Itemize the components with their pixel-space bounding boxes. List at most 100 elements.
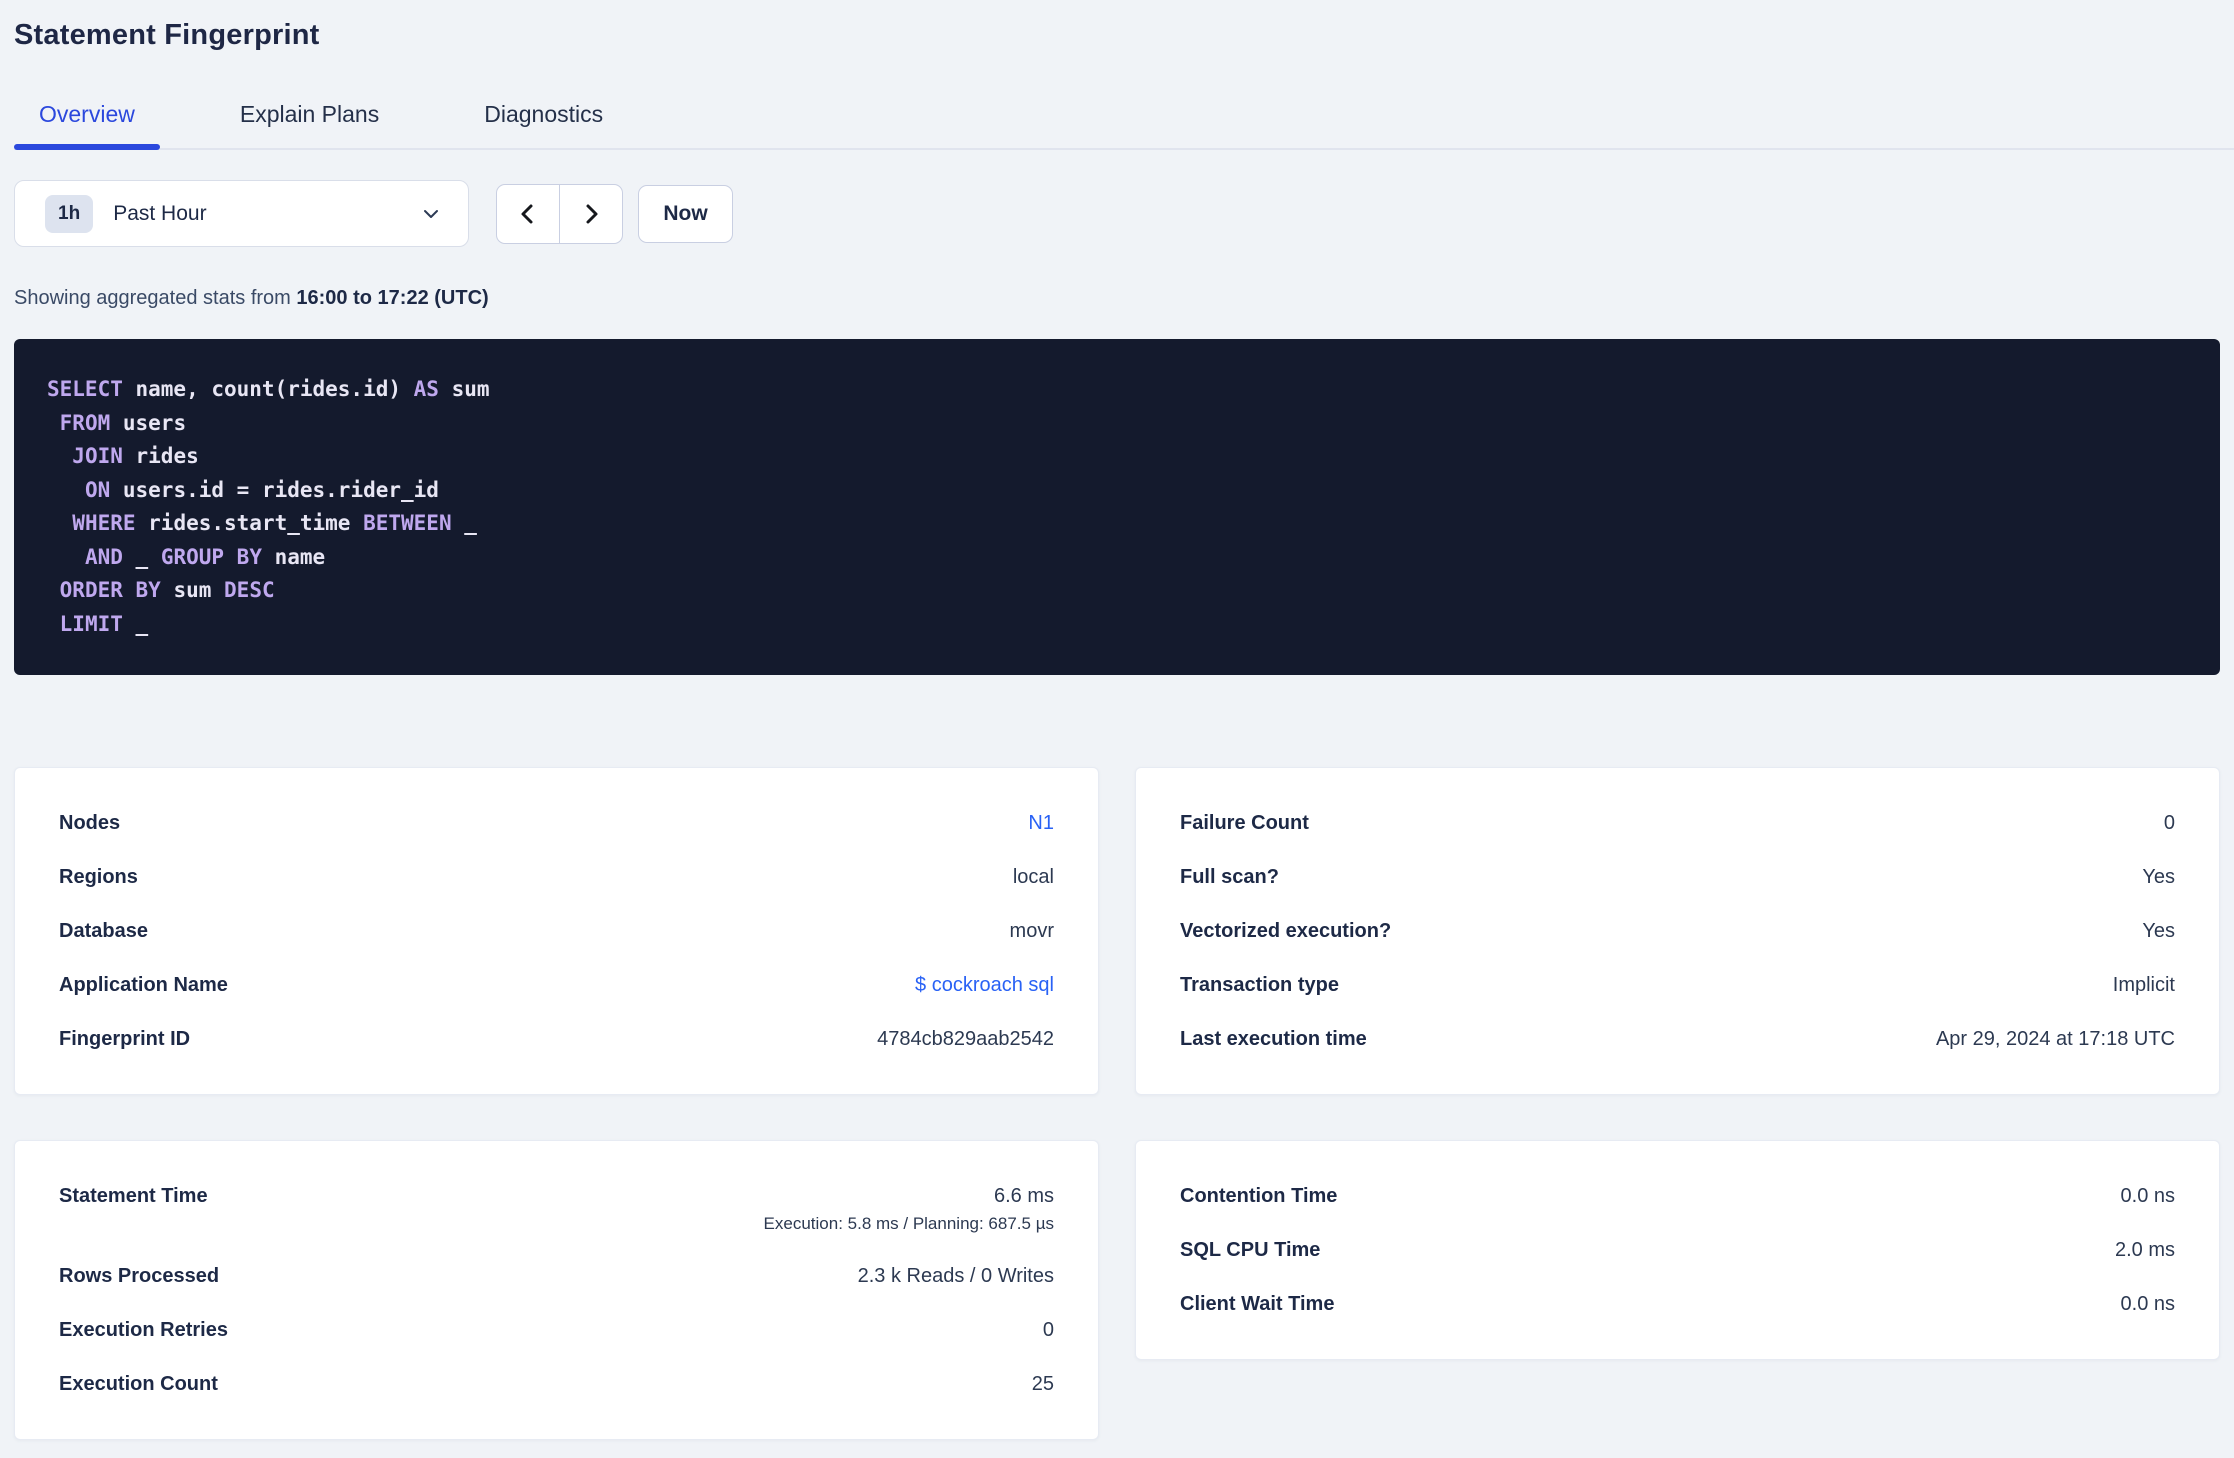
sql-line: FROM users [59, 410, 187, 435]
info-row: Regions local [59, 850, 1054, 904]
row-label: Transaction type [1180, 973, 1339, 996]
row-label: Nodes [59, 811, 121, 834]
row-value-wrap: 0.0 ns [2121, 1185, 2175, 1208]
row-label: Client Wait Time [1180, 1292, 1335, 1315]
statement-fingerprint-page: Statement Fingerprint Overview Explain Pl… [0, 0, 2234, 1440]
info-row: Fingerprint ID 4784cb829aab2542 [59, 1012, 1054, 1066]
row-label: Contention Time [1180, 1184, 1338, 1207]
stats-summary: Showing aggregated stats from 16:00 to 1… [14, 285, 2220, 311]
row-value: 2.0 ms [2114, 1238, 2175, 1261]
row-label: Execution Retries [59, 1318, 228, 1341]
row-value-wrap: 2.3 k Reads / 0 Writes [858, 1265, 1054, 1288]
statement-details-card: Nodes N1 Regions local Database movr Applicati… [14, 767, 1099, 1095]
info-row: Execution Count 25 [59, 1357, 1054, 1411]
row-value-wrap: 0 [1043, 1319, 1054, 1342]
row-value: 0 [1042, 1318, 1054, 1341]
interval-nav-group: Now [496, 183, 733, 244]
row-value-wrap: 25 [1032, 1373, 1054, 1396]
info-row: Application Name $ cockroach sql [59, 958, 1054, 1012]
interval-arrow-buttons [496, 183, 623, 244]
info-row: Vectorized execution? Yes [1180, 904, 2175, 958]
row-value: 4784cb829aab2542 [877, 1027, 1054, 1050]
statement-times-card: Statement Time 6.6 ms Execution: 5.8 ms / … [14, 1140, 1099, 1440]
sql-line: ON users.id = rides.rider_id [84, 477, 439, 502]
row-value: movr [1009, 919, 1054, 942]
row-subvalue: Execution: 5.8 ms / Planning: 687.5 µs [763, 1214, 1054, 1233]
chevron-down-icon [420, 203, 442, 225]
row-label: Vectorized execution? [1180, 919, 1392, 942]
row-value-link[interactable]: $ cockroach sql [915, 974, 1054, 997]
resource-times-card: Contention Time 0.0 ns SQL CPU Time 2.0 ms C… [1135, 1140, 2220, 1360]
row-value-link[interactable]: N1 [1028, 812, 1054, 835]
row-value: Yes [2142, 865, 2175, 888]
info-row: Last execution time Apr 29, 2024 at 17:18… [1180, 1012, 2175, 1066]
row-label: Statement Time [59, 1185, 208, 1207]
next-interval-button[interactable] [559, 184, 622, 243]
tab-bar: Overview Explain Plans Diagnostics [14, 94, 2234, 150]
row-label: Full scan? [1180, 865, 1279, 888]
info-row: Contention Time 0.0 ns [1180, 1169, 2175, 1223]
sql-line: JOIN rides [72, 444, 199, 468]
row-label: Fingerprint ID [59, 1027, 191, 1050]
row-value: 0.0 ns [2120, 1184, 2175, 1207]
info-row: Statement Time 6.6 ms Execution: 5.8 ms / … [59, 1169, 1054, 1235]
sql-statement-box: SELECT name, count(rides.id) AS sum FROM… [14, 339, 2220, 675]
row-value: Implicit [2112, 973, 2175, 996]
stats-summary-prefix: Showing aggregated stats from [14, 287, 297, 309]
row-value-wrap: local [1013, 866, 1054, 889]
tab-diagnostics[interactable]: Diagnostics [459, 94, 628, 148]
row-value-wrap: movr [1010, 920, 1054, 943]
row-value-wrap: Implicit [2113, 974, 2175, 997]
row-value-wrap: Yes [2142, 920, 2175, 943]
row-value: 25 [1031, 1372, 1054, 1395]
row-value: Apr 29, 2024 at 17:18 UTC [1935, 1027, 2175, 1050]
row-label: Execution Count [59, 1372, 218, 1395]
row-value-wrap: $ cockroach sql [915, 974, 1054, 997]
row-value-wrap: Yes [2142, 866, 2175, 889]
info-row: Failure Count 0 [1180, 796, 2175, 850]
row-label: SQL CPU Time [1180, 1238, 1321, 1261]
info-row: Client Wait Time 0.0 ns [1180, 1277, 2175, 1331]
info-row: Rows Processed 2.3 k Reads / 0 Writes [59, 1249, 1054, 1303]
tab-overview[interactable]: Overview [14, 94, 160, 150]
now-button[interactable]: Now [638, 184, 733, 243]
summary-cards: Nodes N1 Regions local Database movr Applicati… [14, 767, 2220, 1440]
row-value-wrap: N1 [1028, 812, 1054, 835]
row-label: Application Name [59, 973, 228, 996]
info-row: Full scan? Yes [1180, 850, 2175, 904]
row-value: 0 [2163, 811, 2175, 834]
row-value-wrap: 4784cb829aab2542 [877, 1028, 1054, 1051]
tab-explain-plans[interactable]: Explain Plans [215, 94, 404, 148]
time-controls: 1h Past Hour Now [14, 180, 2220, 247]
row-label: Last execution time [1180, 1027, 1367, 1050]
execution-attributes-card: Failure Count 0 Full scan? Yes Vectorized ex… [1135, 767, 2220, 1095]
row-value-wrap: 0.0 ns [2121, 1293, 2175, 1316]
row-label: Database [59, 919, 148, 942]
row-label: Failure Count [1180, 811, 1309, 834]
interval-badge: 1h [45, 194, 94, 233]
sql-line: ORDER BY sum DESC [59, 578, 275, 602]
row-value-wrap: Apr 29, 2024 at 17:18 UTC [1936, 1028, 2175, 1051]
info-row: SQL CPU Time 2.0 ms [1180, 1223, 2175, 1277]
chevron-left-icon [516, 202, 540, 226]
info-row: Execution Retries 0 [59, 1303, 1054, 1357]
stats-summary-range: 16:00 to 17:22 (UTC) [296, 287, 489, 309]
prev-interval-button[interactable] [497, 185, 559, 243]
sql-line: LIMIT _ [59, 611, 149, 636]
row-value-wrap: 0 [2164, 812, 2175, 835]
time-interval-dropdown[interactable]: 1h Past Hour [14, 180, 469, 247]
info-row: Database movr [59, 904, 1054, 958]
row-label: Regions [59, 865, 138, 888]
row-value: 0.0 ns [2120, 1292, 2175, 1315]
page-title: Statement Fingerprint [14, 19, 320, 51]
chevron-right-icon [579, 202, 603, 226]
row-value-wrap: 6.6 ms Execution: 5.8 ms / Planning: 687.… [764, 1169, 1054, 1235]
info-row: Nodes N1 [59, 796, 1054, 850]
row-value-wrap: 2.0 ms [2115, 1239, 2175, 1262]
info-row: Transaction type Implicit [1180, 958, 2175, 1012]
row-value: Yes [2142, 919, 2175, 942]
sql-line: WHERE rides.start_time BETWEEN _ [72, 511, 477, 535]
sql-line: AND _ GROUP BY name [84, 544, 326, 569]
row-value: 2.3 k Reads / 0 Writes [857, 1264, 1054, 1287]
interval-label: Past Hour [113, 201, 207, 225]
